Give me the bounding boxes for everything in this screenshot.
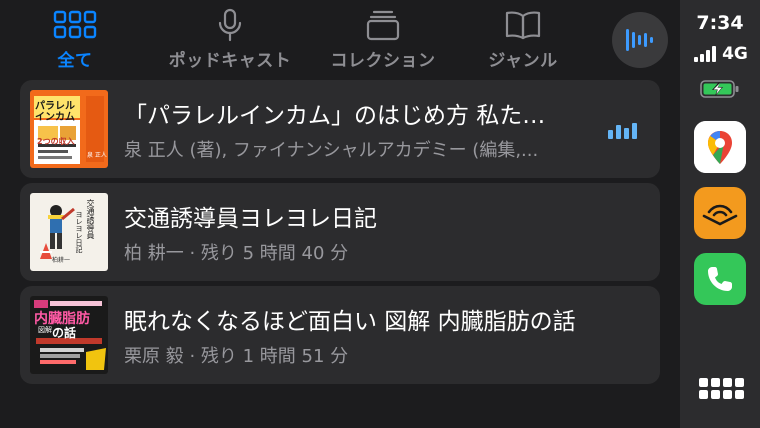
tab-genre[interactable]: ジャンル [468,6,578,72]
cover-text: インカム [35,112,75,123]
cover-text: 図解 [38,326,52,334]
signal-strength-icon [694,46,717,62]
audible-icon[interactable] [694,187,746,239]
microphone-icon [217,6,243,44]
item-title: 眠れなくなるほど面白い 図解 内臓脂肪の話 [124,309,576,335]
network-type: 4G [722,44,748,64]
status-time: 7:34 [696,12,744,34]
carplay-screen: 全て ポッドキャスト コレクション ジャンル パラレル インカム 2つの収入 泉… [0,0,760,428]
book-cover: 交通誘導員 ヨレヨレ日記 柏耕一 [30,193,108,271]
cover-text: 泉 正人 [87,152,107,159]
book-cover: 内臓脂肪 の話 図解 [30,296,108,374]
cover-text: 柏耕一 [52,257,71,264]
book-cover: パラレル インカム 2つの収入 泉 正人 [30,90,108,168]
tab-podcast-label: ポッドキャスト [168,51,292,71]
item-title: 「パラレルインカム」のはじめ方 私た… [124,103,546,129]
carplay-sidebar: 7:34 4G [680,0,760,428]
cover-text: 2つの収入 [37,137,75,146]
cover-text: 交通誘導員 [86,199,95,239]
tab-bar: 全て ポッドキャスト コレクション ジャンル [0,0,680,78]
cover-text: の話 [52,326,77,340]
list-item[interactable]: 内臓脂肪 の話 図解 眠れなくなるほど面白い 図解 内臓脂肪の話 栗原 毅 · … [20,286,660,384]
grid-icon [53,6,97,44]
now-playing-indicator-icon [608,121,640,139]
tab-genre-label: ジャンル [488,51,558,71]
phone-icon[interactable] [694,253,746,305]
item-subtitle: 栗原 毅 · 残り 1 時間 51 分 [124,346,349,367]
item-title: 交通誘導員ヨレヨレ日記 [124,206,377,232]
tab-podcast[interactable]: ポッドキャスト [160,6,300,72]
cover-text: ヨレヨレ日記 [75,211,83,253]
item-subtitle: 柏 耕一 · 残り 5 時間 40 分 [124,243,349,264]
battery-charging-icon [700,79,740,99]
list-item[interactable]: 交通誘導員 ヨレヨレ日記 柏耕一 交通誘導員ヨレヨレ日記 柏 耕一 · 残り 5… [20,183,660,281]
now-playing-button[interactable] [612,12,668,68]
item-subtitle: 泉 正人 (著), ファイナンシャルアカデミー (編集,... [124,140,539,161]
tab-collection-label: コレクション [330,51,436,71]
cellular-status: 4G [688,42,754,66]
tab-all-label: 全て [57,51,93,71]
now-playing-waveform-icon [626,29,653,51]
book-icon [505,6,541,44]
collection-icon [366,6,400,44]
tab-collection[interactable]: コレクション [318,6,448,72]
tab-all[interactable]: 全て [40,6,110,72]
app-launcher-grid-icon[interactable] [698,378,744,408]
list-item[interactable]: パラレル インカム 2つの収入 泉 正人 「パラレルインカム」のはじめ方 私た…… [20,80,660,178]
google-maps-icon[interactable] [694,121,746,173]
